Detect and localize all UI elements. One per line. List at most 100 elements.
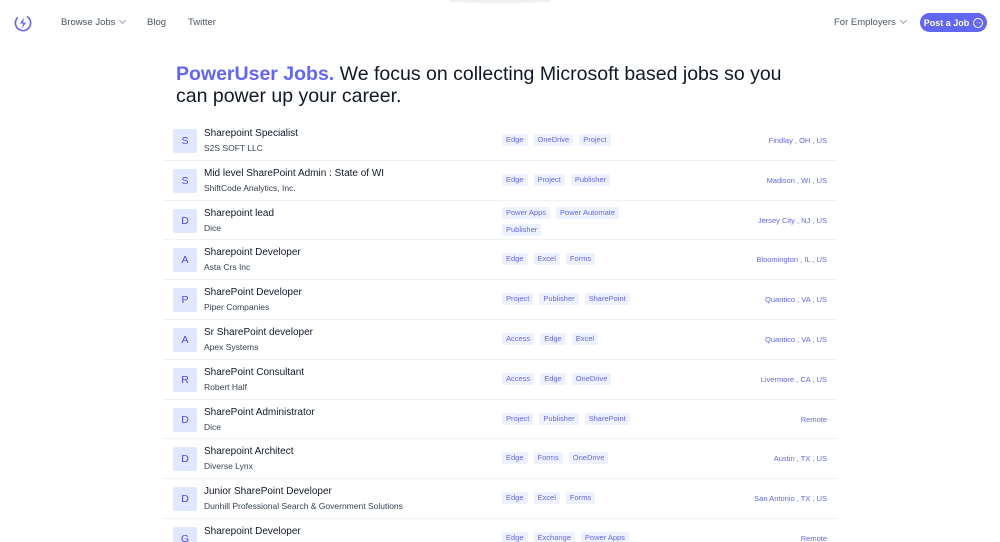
- brand-name: PowerUser Jobs.: [176, 63, 335, 85]
- company-avatar: S: [173, 168, 197, 193]
- job-tags: Edge Exchange Power Apps: [502, 531, 642, 542]
- tech-tag[interactable]: Power Apps: [502, 206, 551, 219]
- tech-tag[interactable]: Project: [502, 412, 534, 425]
- tech-tag[interactable]: Excel: [533, 253, 560, 266]
- tech-tag[interactable]: Power Apps: [580, 531, 629, 542]
- job-location[interactable]: San Antonio , TX , US: [754, 494, 827, 503]
- browse-jobs-menu[interactable]: Browse Jobs: [61, 16, 127, 29]
- company-avatar: D: [173, 487, 197, 512]
- job-row[interactable]: D Junior SharePoint Developer Dunhill Prof…: [164, 479, 836, 519]
- job-title[interactable]: Mid level SharePoint Admin : State of WI: [204, 168, 384, 179]
- browse-jobs-label: Browse Jobs: [61, 17, 116, 28]
- tech-tag[interactable]: Excel: [533, 492, 560, 505]
- job-title[interactable]: SharePoint Developer: [204, 287, 302, 298]
- job-tags: Edge Forms OneDrive: [502, 452, 642, 465]
- tech-tag[interactable]: Edge: [502, 531, 528, 542]
- tech-tag[interactable]: Project: [533, 173, 565, 186]
- tech-tag[interactable]: Edge: [502, 134, 528, 146]
- tech-tag[interactable]: Access: [502, 372, 535, 385]
- job-location[interactable]: Madison , WI , US: [767, 176, 827, 185]
- company-name: Dunhill Professional Search & Government…: [204, 501, 403, 512]
- company-name: Diverse Lynx: [204, 461, 253, 472]
- job-title[interactable]: Sharepoint Developer: [204, 526, 301, 537]
- company-name: Dice: [204, 222, 222, 233]
- tech-tag[interactable]: Forms: [565, 492, 596, 505]
- job-location[interactable]: Austin , TX , US: [774, 454, 827, 463]
- tech-tag[interactable]: Publisher: [539, 293, 579, 306]
- tech-tag[interactable]: Edge: [502, 492, 528, 505]
- tech-tag[interactable]: OneDrive: [533, 134, 574, 146]
- company-name: S2S SOFT LLC: [204, 143, 263, 153]
- job-title[interactable]: Sr SharePoint developer: [204, 327, 313, 338]
- job-row[interactable]: S Mid level SharePoint Admin : State of W…: [164, 161, 836, 201]
- company-name: Asta Crs Inc: [204, 262, 251, 273]
- tech-tag[interactable]: Publisher: [570, 173, 611, 186]
- tech-tag[interactable]: Project: [579, 134, 611, 146]
- job-row[interactable]: D Sharepoint lead Dice Power Apps Power Auto…: [164, 201, 836, 241]
- tech-tag[interactable]: Edge: [502, 253, 528, 266]
- tech-tag[interactable]: Exchange: [533, 531, 575, 542]
- twitter-link[interactable]: Twitter: [188, 17, 216, 29]
- job-location[interactable]: Jersey City , NJ , US: [758, 216, 827, 225]
- tech-tag[interactable]: Access: [502, 332, 535, 345]
- for-employers-menu[interactable]: For Employers: [834, 16, 907, 29]
- company-name: Apex Systems: [204, 341, 259, 352]
- job-tags: Edge Excel Forms: [502, 492, 642, 505]
- tech-tag[interactable]: Publisher: [539, 412, 579, 425]
- job-tags: Access Edge OneDrive: [502, 372, 642, 385]
- company-avatar: P: [173, 288, 197, 313]
- job-location[interactable]: Remote: [801, 534, 827, 542]
- company-name: Robert Half: [204, 381, 247, 392]
- company-avatar: A: [173, 248, 197, 273]
- job-location[interactable]: Findlay , OH , US: [769, 136, 827, 145]
- tech-tag[interactable]: SharePoint: [584, 412, 630, 425]
- tech-tag[interactable]: Publisher: [502, 223, 542, 236]
- job-tags: Edge Project Publisher: [502, 173, 642, 186]
- job-title[interactable]: Junior SharePoint Developer: [204, 486, 332, 497]
- job-location[interactable]: Livermore , CA , US: [761, 375, 827, 384]
- company-avatar: R: [173, 367, 197, 392]
- tech-tag[interactable]: Excel: [571, 332, 599, 345]
- job-row[interactable]: R SharePoint Consultant Robert Half Access E…: [164, 360, 836, 400]
- job-row[interactable]: S Sharepoint Specialist S2S SOFT LLC Edge On…: [164, 121, 836, 161]
- arrow-right-circle-icon: →: [973, 17, 984, 28]
- company-avatar: S: [173, 129, 197, 153]
- job-row[interactable]: G Sharepoint Developer Edge Exchange Power A…: [164, 519, 836, 542]
- job-location[interactable]: Quantico , VA , US: [765, 295, 827, 304]
- job-row[interactable]: D SharePoint Administrator Dice Project Publ…: [164, 400, 836, 440]
- job-row[interactable]: A Sharepoint Developer Asta Crs Inc Edge Exc…: [164, 240, 836, 281]
- tech-tag[interactable]: Forms: [565, 253, 596, 266]
- post-a-job-button[interactable]: Post a Job →: [920, 13, 987, 32]
- tech-tag[interactable]: Edge: [502, 452, 528, 465]
- job-title[interactable]: Sharepoint Architect: [204, 446, 294, 457]
- job-location[interactable]: Remote: [801, 415, 827, 424]
- tech-tag[interactable]: OneDrive: [568, 452, 609, 465]
- job-row[interactable]: P SharePoint Developer Piper Companies Proj…: [164, 280, 836, 320]
- job-row[interactable]: D Sharepoint Architect Diverse Lynx Edge For…: [164, 439, 836, 480]
- job-title[interactable]: SharePoint Administrator: [204, 407, 315, 418]
- company-avatar: A: [173, 327, 197, 352]
- tech-tag[interactable]: Edge: [502, 173, 528, 186]
- job-tags: Edge OneDrive Project: [502, 134, 642, 146]
- job-title[interactable]: SharePoint Consultant: [204, 367, 304, 378]
- tech-tag[interactable]: OneDrive: [571, 372, 612, 385]
- tech-tag[interactable]: SharePoint: [584, 293, 630, 306]
- blog-link[interactable]: Blog: [147, 17, 166, 29]
- tech-tag[interactable]: Edge: [540, 332, 566, 345]
- tech-tag[interactable]: Edge: [540, 372, 566, 385]
- job-title[interactable]: Sharepoint Specialist: [204, 128, 298, 139]
- job-row[interactable]: A Sr SharePoint developer Apex Systems Acce…: [164, 320, 836, 360]
- job-title[interactable]: Sharepoint Developer: [204, 247, 301, 258]
- tech-tag[interactable]: Forms: [533, 452, 563, 465]
- job-list: S Sharepoint Specialist S2S SOFT LLC Edge On…: [164, 121, 836, 542]
- job-location[interactable]: Quantico , VA , US: [765, 335, 827, 344]
- company-avatar: G: [173, 526, 197, 542]
- company-name: ShiftCode Analytics, Inc.: [204, 182, 296, 193]
- top-navigation: Browse Jobs Blog Twitter For Employers P…: [0, 0, 1000, 46]
- lightning-logo-icon[interactable]: [14, 14, 32, 32]
- tech-tag[interactable]: Power Automate: [556, 206, 620, 219]
- job-title[interactable]: Sharepoint lead: [204, 208, 274, 219]
- job-tags: Project Publisher SharePoint: [502, 412, 642, 425]
- job-location[interactable]: Bloomington , IL , US: [756, 255, 827, 264]
- tech-tag[interactable]: Project: [502, 293, 534, 306]
